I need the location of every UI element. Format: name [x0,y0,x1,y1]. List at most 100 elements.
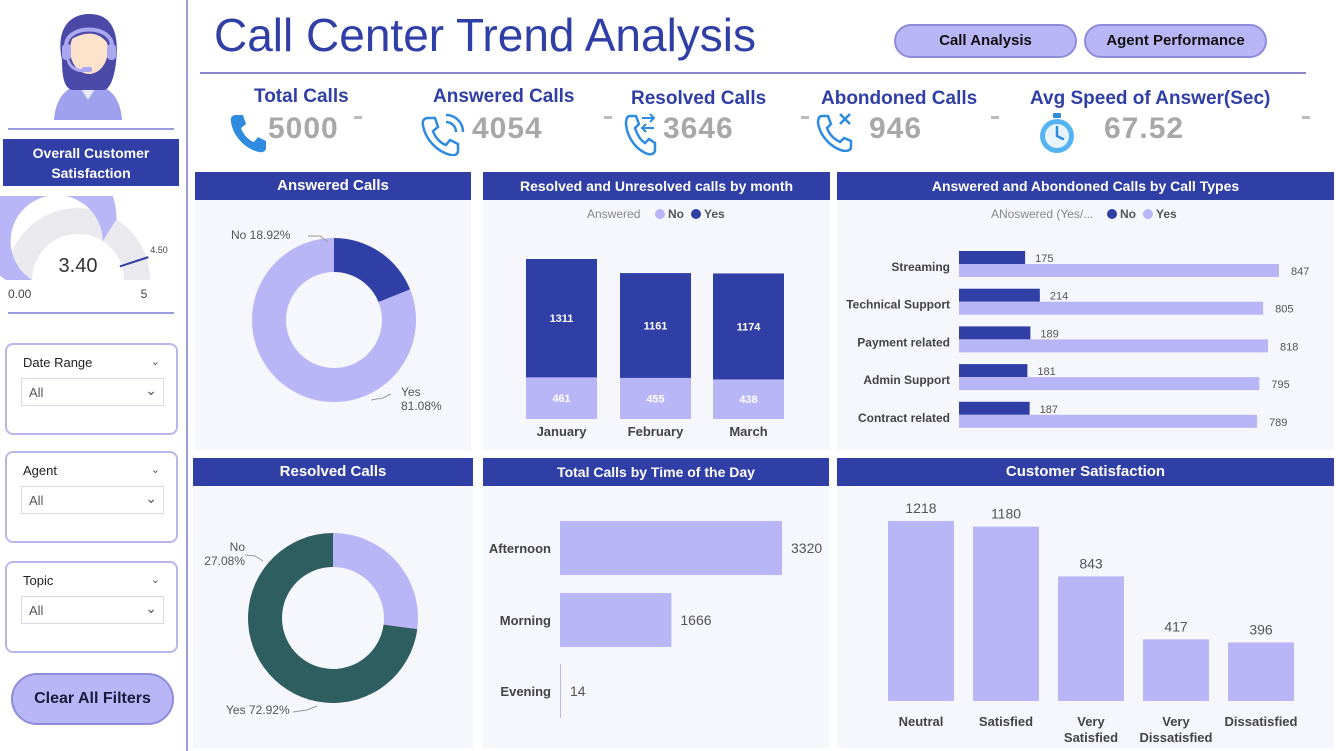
x-tick-label: Very [1077,714,1105,729]
x-tick-label: Satisfied [1064,730,1118,745]
donut-leader-line [292,705,318,713]
bar-yes-0 [959,264,1279,277]
resolved-by-month-panel: Resolved and Unresolved calls by month A… [483,172,830,450]
legend-title: Answered [587,207,640,221]
legend-marker-no [655,209,665,219]
kpi-abandoned-calls-value: 946 [869,112,923,145]
bar-very-dissatisfied [1143,639,1209,701]
filter-topic-label: Topic [23,573,54,588]
x-tick-label: Dissatisfied [1225,714,1298,729]
bar-data-label: 1218 [905,500,936,516]
customer-satisfaction-panel: Customer Satisfaction 1218 Neutral 1180 Sat… [837,458,1334,748]
legend-label-no: No [1120,207,1136,221]
bar-data-label: 214 [1050,291,1068,303]
call-analysis-button[interactable]: Call Analysis [894,24,1077,58]
csat-title: Overall Customer Satisfaction [3,139,179,186]
resolved-by-month-chart: Answered No Yes 461 1311 January 455 1161 Februa… [526,207,784,439]
bar-neutral [888,521,954,701]
topic-select[interactable]: All ⌄ [21,596,164,624]
gauge-min-label: 0.00 [8,287,32,301]
phone-ringing-icon [421,113,465,156]
resolved-calls-panel: Resolved Calls No 27.08% Yes 72.92% [193,458,473,748]
filter-topic: Topic ⌄ All ⌄ [5,561,178,653]
phone-transfer-icon [624,113,657,156]
x-tick-label: January [537,424,588,439]
kpi-avg-speed-dash [1302,116,1310,119]
kpi-resolved-calls-value: 3646 [663,112,734,145]
bar-data-label: 461 [552,393,570,405]
date-range-select-value: All [29,385,44,400]
bar-yes-1 [959,301,1264,315]
kpi-avg-speed-title: Avg Speed of Answer(Sec) [1030,88,1271,109]
phone-missed-icon [816,113,853,152]
bar-yes-2 [959,339,1269,353]
bar-data-label: 3320 [791,540,822,556]
kpi-abandoned-calls-dash [991,116,999,119]
calls-by-time-panel: Total Calls by Time of the Day Afternoon… [483,458,829,748]
bar-evening [560,664,561,718]
bar-morning [560,593,672,647]
donut-slice-no [333,533,418,630]
bar-yes-3 [959,377,1260,391]
legend-marker-yes [1143,209,1153,219]
filter-agent: Agent ⌄ All ⌄ [5,451,178,543]
gauge-value: 3.40 [59,255,98,277]
kpi-resolved-calls-title: Resolved Calls [631,88,767,109]
date-range-select[interactable]: All ⌄ [21,378,164,406]
y-tick-label: Evening [500,684,551,699]
legend-marker-yes [691,209,701,219]
chevron-down-icon: ⌄ [145,600,157,616]
bar-data-label: 789 [1269,417,1287,429]
y-tick-label: Payment related [857,335,950,349]
bar-satisfied [973,526,1039,701]
calls-by-type-panel: Answered and Abondoned Calls by Call Typ… [837,172,1334,450]
filter-agent-label: Agent [23,463,57,478]
kpi-answered-calls-title: Answered Calls [433,86,575,107]
kpi-answered-calls-value: 4054 [472,112,543,145]
bar-data-label: 455 [646,393,664,405]
bar-no-1 [959,288,1040,302]
clear-all-filters-button[interactable]: Clear All Filters [11,673,174,725]
sidebar: Overall Customer Satisfaction 3.40 0.00 … [0,0,186,751]
gauge-target-label: 4.50 [150,245,168,255]
resolved-calls-donut: No27.08% Yes 72.92% [204,533,418,717]
y-tick-label: Technical Support [846,298,950,312]
bar-data-label: 438 [739,394,757,406]
bar-data-label: 1180 [991,506,1021,522]
kpi-total-calls-title: Total Calls [254,86,349,107]
donut-data-label: 81.08% [401,399,442,413]
bar-data-label: 181 [1037,366,1055,378]
kpi-abandoned-calls-title: Abondoned Calls [821,88,978,109]
bar-data-label: 417 [1164,618,1188,634]
chevron-down-icon: ⌄ [145,382,157,398]
chevron-down-icon[interactable]: ⌄ [151,573,160,586]
bar-data-label: 187 [1040,404,1058,416]
filter-date-range-label: Date Range [23,355,93,370]
dashboard: Overall Customer Satisfaction 3.40 0.00 … [0,0,1336,751]
chevron-down-icon[interactable]: ⌄ [151,463,160,476]
bar-data-label: 14 [570,683,586,699]
bar-data-label: 396 [1249,621,1273,637]
bar-data-label: 818 [1280,341,1298,353]
bar-no-4 [959,401,1030,415]
legend-title: ANoswered (Yes/... [991,207,1093,221]
kpi-resolved-calls-dash [801,116,809,119]
bar-yes-4 [959,414,1258,428]
donut-data-label: No [230,540,246,554]
bar-data-label: 175 [1035,253,1053,265]
legend-marker-no [1107,209,1117,219]
x-tick-label: Satisfied [979,714,1033,729]
donut-data-label: Yes [401,385,421,399]
x-tick-label: February [628,424,684,439]
kpi-total-calls-value: 5000 [268,112,339,145]
legend-label-yes: Yes [704,207,725,221]
chevron-down-icon[interactable]: ⌄ [151,355,160,368]
bar-no-3 [959,364,1028,378]
y-tick-label: Contract related [858,411,950,425]
agent-select[interactable]: All ⌄ [21,486,164,514]
csat-gauge: 3.40 0.00 5 4.50 [0,196,168,301]
kpi-answered-calls-dash [604,116,612,119]
answered-calls-panel: Answered Calls No 18.92% Yes 81.08% [195,172,471,450]
agent-avatar-icon [54,14,122,120]
agent-performance-button[interactable]: Agent Performance [1084,24,1267,58]
